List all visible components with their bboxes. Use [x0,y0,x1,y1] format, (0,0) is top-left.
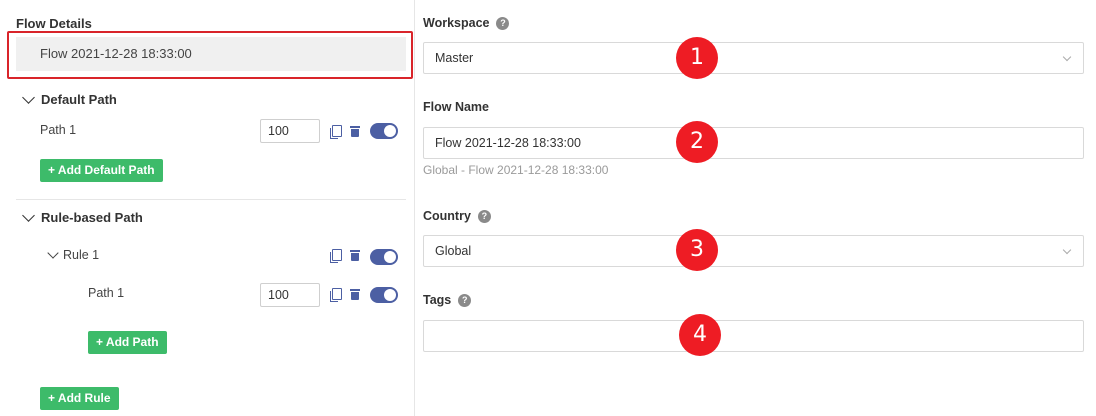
workspace-select[interactable]: Master [423,42,1084,74]
annotation-badge-4: 4 [679,314,721,356]
default-path-toggle[interactable] [370,123,398,139]
help-icon[interactable]: ? [477,209,491,223]
default-path-weight-input[interactable]: 100 [260,119,320,143]
workspace-label: Workspace ? [423,16,510,30]
annotation-badge-2: 2 [676,121,718,163]
trash-icon[interactable] [350,288,360,300]
rule-1-label: Rule 1 [63,248,100,262]
flow-name-input[interactable]: Flow 2021-12-28 18:33:00 [423,127,1084,159]
workspace-value: Master [435,51,474,65]
chevron-down-icon [47,246,59,259]
rule-1-toggle[interactable] [370,249,398,265]
copy-icon[interactable] [330,125,342,139]
annotation-badge-3: 3 [676,229,718,271]
section-title: Flow Details [16,16,92,31]
country-select[interactable]: Global [423,235,1084,267]
country-value: Global [435,244,472,258]
highlight-box [7,31,413,79]
add-default-path-button[interactable]: + Add Default Path [40,159,163,182]
help-icon[interactable]: ? [458,293,472,307]
country-label: Country ? [423,209,491,223]
chevron-down-icon [1062,245,1072,255]
tags-input[interactable] [423,320,1084,352]
trash-icon[interactable] [350,125,360,137]
flow-name-hint: Global - Flow 2021-12-28 18:33:00 [423,163,609,177]
default-path-header[interactable]: Default Path [22,90,117,107]
flow-details-panel: Flow Details Flow 2021-12-28 18:33:00 De… [0,0,415,416]
add-rule-button[interactable]: + Add Rule [40,387,119,410]
default-path-label: Path 1 [40,123,77,137]
rule-based-path-title: Rule-based Path [41,210,143,225]
copy-icon[interactable] [330,288,342,302]
rule-path-label: Path 1 [88,286,125,300]
trash-icon[interactable] [350,249,360,261]
help-icon[interactable]: ? [496,16,510,30]
flow-settings-panel: Workspace ? Master Flow Name Flow 2021-1… [415,0,1096,416]
add-path-button[interactable]: + Add Path [88,331,167,354]
tags-label: Tags ? [423,293,472,307]
annotation-badge-1: 1 [676,37,718,79]
chevron-down-icon [22,90,35,104]
rule-based-path-header[interactable]: Rule-based Path [22,208,143,225]
chevron-down-icon [22,208,35,222]
rule-path-weight-input[interactable]: 100 [260,283,320,307]
rule-path-toggle[interactable] [370,287,398,303]
divider [16,199,406,200]
chevron-down-icon [1062,52,1072,62]
default-path-title: Default Path [41,92,117,107]
flow-name-label: Flow Name [423,100,489,114]
rule-1-header[interactable]: Rule 1 [47,246,100,262]
copy-icon[interactable] [330,249,342,263]
